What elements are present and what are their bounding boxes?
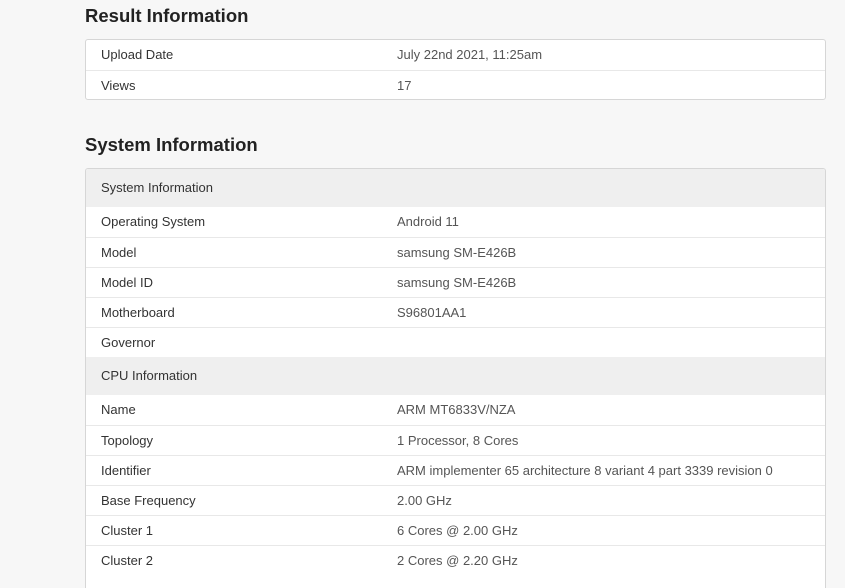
- table-row-base-frequency: Base Frequency 2.00 GHz: [86, 485, 825, 515]
- cluster-1-label: Cluster 1: [101, 523, 154, 538]
- table-row-governor: Governor: [86, 327, 825, 357]
- table-row-cluster-2: Cluster 2 2 Cores @ 2.20 GHz: [86, 545, 825, 575]
- governor-label: Governor: [101, 335, 156, 350]
- views-value: 17: [397, 78, 412, 93]
- table-row-topology: Topology 1 Processor, 8 Cores: [86, 425, 825, 455]
- operating-system-label: Operating System: [101, 214, 206, 229]
- upload-date-value: July 22nd 2021, 11:25am: [397, 47, 543, 62]
- table-row-motherboard: Motherboard S96801AA1: [86, 297, 825, 327]
- table-row-operating-system: Operating System Android 11: [86, 207, 825, 237]
- identifier-value: ARM implementer 65 architecture 8 varian…: [397, 463, 773, 478]
- base-frequency-value: 2.00 GHz: [397, 493, 452, 508]
- model-value: samsung SM-E426B: [397, 245, 517, 260]
- cpu-name-value: ARM MT6833V/NZA: [397, 402, 516, 417]
- identifier-label: Identifier: [101, 463, 151, 478]
- table-row-cluster-1: Cluster 1 6 Cores @ 2.00 GHz: [86, 515, 825, 545]
- topology-label: Topology: [101, 433, 154, 448]
- system-information-table: System Information Operating System Andr…: [85, 168, 826, 588]
- base-frequency-label: Base Frequency: [101, 493, 196, 508]
- upload-date-label: Upload Date: [101, 47, 174, 62]
- cluster-1-value: 6 Cores @ 2.00 GHz: [397, 523, 518, 538]
- table-row-upload-date: Upload Date July 22nd 2021, 11:25am: [86, 40, 825, 70]
- operating-system-value: Android 11: [397, 214, 459, 229]
- cluster-2-label: Cluster 2: [101, 553, 154, 568]
- topology-value: 1 Processor, 8 Cores: [397, 433, 519, 448]
- table-row-views: Views 17: [86, 70, 825, 99]
- model-label: Model: [101, 245, 137, 260]
- table-row-model-id: Model ID samsung SM-E426B: [86, 267, 825, 297]
- motherboard-value: S96801AA1: [397, 305, 467, 320]
- table-row-model: Model samsung SM-E426B: [86, 237, 825, 267]
- cpu-name-label: Name: [101, 402, 136, 417]
- model-id-label: Model ID: [101, 275, 154, 290]
- result-information-heading: Result Information: [85, 5, 249, 26]
- table-row-identifier: Identifier ARM implementer 65 architectu…: [86, 455, 825, 485]
- model-id-value: samsung SM-E426B: [397, 275, 517, 290]
- system-group-header: System Information: [86, 169, 825, 207]
- table-row-cpu-name: Name ARM MT6833V/NZA: [86, 395, 825, 425]
- cpu-group-header: CPU Information: [86, 357, 825, 395]
- result-information-table: Upload Date July 22nd 2021, 11:25am View…: [85, 39, 826, 100]
- motherboard-label: Motherboard: [101, 305, 175, 320]
- cluster-2-value: 2 Cores @ 2.20 GHz: [397, 553, 518, 568]
- system-information-heading: System Information: [85, 134, 258, 155]
- views-label: Views: [101, 78, 136, 93]
